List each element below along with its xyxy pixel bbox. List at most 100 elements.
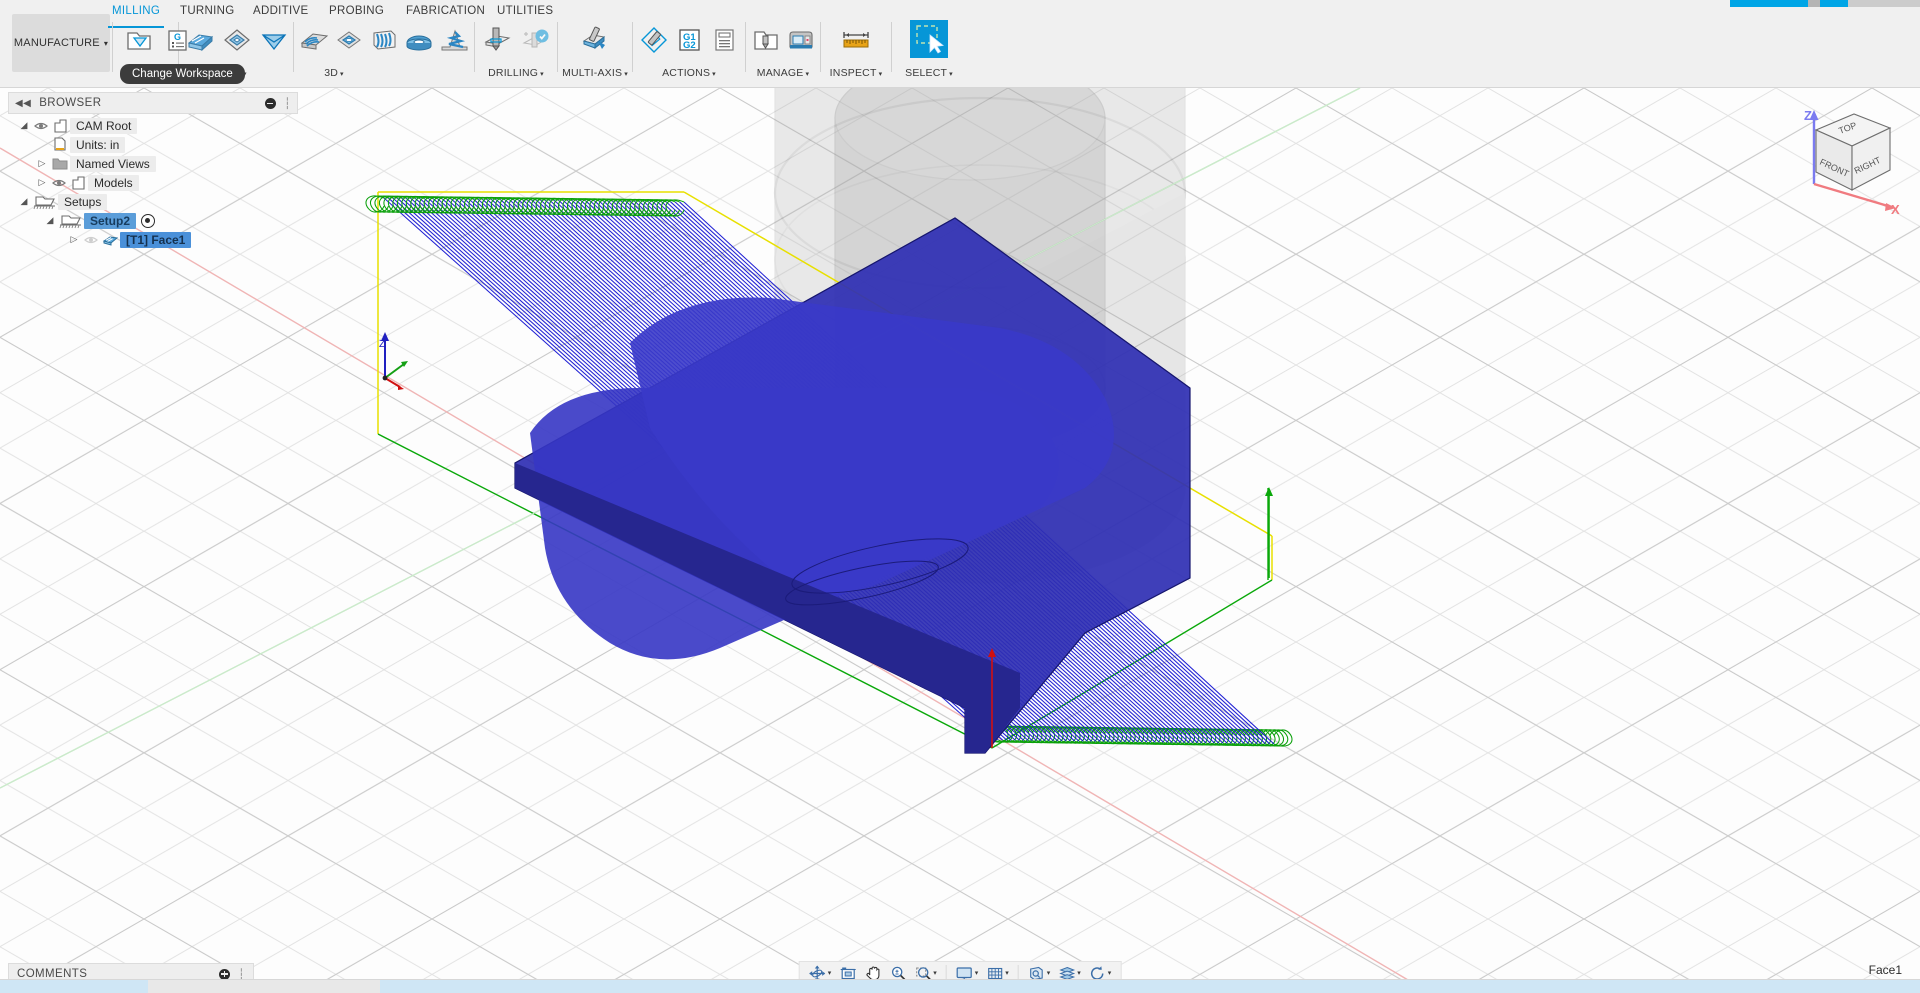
chevron-down-icon: ▾ — [1046, 970, 1051, 977]
body-icon — [68, 175, 88, 190]
chevron-down-icon: ▾ — [1077, 970, 1081, 977]
workspace-switcher-button[interactable]: MANUFACTURE ▾ — [12, 14, 110, 72]
ribbon-separator — [745, 22, 746, 72]
group-manage: MANAGE ▾ — [748, 20, 818, 79]
setup-activate-target-icon[interactable] — [141, 213, 156, 228]
tooltip-change-workspace: Change Workspace — [120, 64, 245, 84]
chevron-down-icon: ▾ — [949, 71, 953, 78]
expand-arrow-closed-icon[interactable]: ▷ — [66, 234, 82, 245]
drill-icon[interactable] — [478, 20, 516, 60]
ribbon: MANUFACTURE ▾ MILLING TURNING ADDITIVE P… — [0, 0, 1920, 88]
group-drilling: DRILLING ▾ — [478, 20, 554, 79]
setup-folder-icon[interactable] — [120, 20, 158, 60]
face-op-icon — [100, 233, 120, 247]
chevron-down-icon: ▾ — [103, 38, 109, 48]
ribbon-separator — [632, 22, 633, 72]
tree-label: Named Views — [70, 155, 156, 172]
chevron-down-icon: ▾ — [624, 71, 628, 78]
tool-library-icon[interactable] — [748, 20, 783, 60]
status-selection-label: Face1 — [1868, 963, 1902, 977]
chamfer-2d-icon[interactable] — [255, 20, 292, 60]
visibility-eye-icon[interactable] — [50, 178, 68, 188]
expand-arrow-open-icon[interactable]: ◢ — [16, 120, 32, 131]
group-label-3d[interactable]: 3D ▾ — [246, 67, 422, 79]
browser-header[interactable]: ◀◀ BROWSER ┆ — [8, 92, 298, 114]
chevron-down-icon: ▾ — [805, 71, 810, 78]
expand-arrow-closed-icon[interactable]: ▷ — [34, 177, 50, 188]
spiral-3d-icon[interactable] — [437, 20, 472, 60]
visibility-eye-icon[interactable] — [32, 121, 50, 131]
post-process-icon[interactable]: G1 G2 — [671, 20, 706, 60]
document-icon — [50, 137, 70, 152]
tab-label: PROBING — [329, 5, 385, 17]
tab-label: TURNING — [180, 5, 235, 17]
folder-icon — [50, 157, 70, 170]
tree-item-setups[interactable]: ◢ Setups — [8, 192, 298, 211]
tab-label: ADDITIVE — [253, 5, 309, 17]
scallop-3d-icon[interactable] — [402, 20, 437, 60]
group-label-manage[interactable]: MANAGE ▾ — [748, 67, 818, 79]
minimize-icon[interactable] — [264, 97, 276, 109]
face-2d-icon[interactable] — [182, 20, 219, 60]
tree-label: Models — [88, 174, 139, 191]
viewport-canvas[interactable]: Z ◀◀ BROWSER ┆ ◢ CAM Root Units: in ▷ Na… — [0, 88, 1920, 993]
group-label-multi-axis[interactable]: MULTI-AXIS ▾ — [560, 67, 630, 79]
group-label-actions[interactable]: ACTIONS ▾ — [636, 67, 742, 79]
pocket-2d-icon[interactable] — [219, 20, 256, 60]
add-icon[interactable] — [218, 968, 230, 980]
chevron-down-icon: ▾ — [933, 970, 937, 977]
chevron-down-icon: ▾ — [1107, 970, 1112, 977]
visibility-eye-icon[interactable] — [82, 235, 100, 245]
group-label-select[interactable]: SELECT ▾ — [896, 67, 962, 79]
origin-z-label: Z — [379, 339, 385, 350]
browser-title: BROWSER — [39, 97, 102, 109]
adaptive-3d-icon[interactable] — [296, 20, 331, 60]
viewcube-x-label: X — [1891, 202, 1900, 216]
view-cube[interactable]: Z X TOP FRONT RIGHT — [1792, 96, 1912, 216]
measure-icon[interactable] — [836, 20, 876, 60]
setup-sheet-icon[interactable] — [707, 20, 742, 60]
chevron-down-icon: ▾ — [827, 970, 832, 977]
machine-library-icon[interactable] — [783, 20, 818, 60]
svg-text:G: G — [174, 32, 181, 42]
ribbon-separator — [820, 22, 821, 72]
pocket-clearing-3d-icon[interactable] — [331, 20, 366, 60]
tree-item-named-views[interactable]: ▷ Named Views — [8, 154, 298, 173]
status-bar-accent-right — [380, 980, 1920, 993]
accent-grey-a — [1808, 0, 1820, 7]
ribbon-separator — [474, 22, 475, 72]
group-inspect: INSPECT ▾ — [823, 20, 889, 79]
tree-label: Setups — [58, 193, 108, 210]
tree-item-cam-root[interactable]: ◢ CAM Root — [8, 116, 298, 135]
chevron-down-icon: ▾ — [712, 71, 716, 78]
expand-arrow-open-icon[interactable]: ◢ — [42, 215, 58, 226]
tree-label: CAM Root — [70, 117, 138, 134]
setup-icon — [58, 213, 84, 229]
expand-arrow-closed-icon[interactable]: ▷ — [34, 158, 50, 169]
tree-label: [T1] Face1 — [120, 231, 192, 248]
grip-icon[interactable]: ┆ — [284, 97, 291, 110]
multi-axis-icon[interactable] — [575, 20, 615, 60]
select-cursor-icon[interactable] — [910, 20, 948, 58]
chevron-down-icon: ▾ — [540, 71, 544, 78]
chevron-down-icon: ▾ — [974, 970, 979, 977]
tree-item-t1-face1[interactable]: ▷ [T1] Face1 — [8, 230, 298, 249]
tree-item-models[interactable]: ▷ Models — [8, 173, 298, 192]
simulate-icon[interactable] — [636, 20, 671, 60]
viewcube-body: TOP FRONT RIGHT — [1814, 113, 1892, 191]
svg-text:G2: G2 — [683, 40, 696, 51]
collapse-left-icon[interactable]: ◀◀ — [15, 98, 31, 109]
expand-arrow-open-icon[interactable]: ◢ — [16, 196, 32, 207]
viewcube-z-label: Z — [1804, 108, 1812, 123]
chevron-down-icon: ▾ — [1005, 970, 1009, 977]
group-label-inspect[interactable]: INSPECT ▾ — [823, 67, 889, 79]
group-select: SELECT ▾ — [896, 20, 962, 79]
tree-item-setup2[interactable]: ◢ Setup2 — [8, 211, 298, 230]
accent-grey-right — [1848, 0, 1920, 7]
parallel-3d-icon[interactable] — [366, 20, 401, 60]
drill-probe-icon[interactable] — [516, 20, 554, 60]
group-label-drilling[interactable]: DRILLING ▾ — [478, 67, 554, 79]
browser-panel: ◀◀ BROWSER ┆ ◢ CAM Root Units: in ▷ Name… — [8, 92, 298, 249]
tree-label: Setup2 — [84, 212, 137, 229]
tree-item-units[interactable]: Units: in — [8, 135, 298, 154]
